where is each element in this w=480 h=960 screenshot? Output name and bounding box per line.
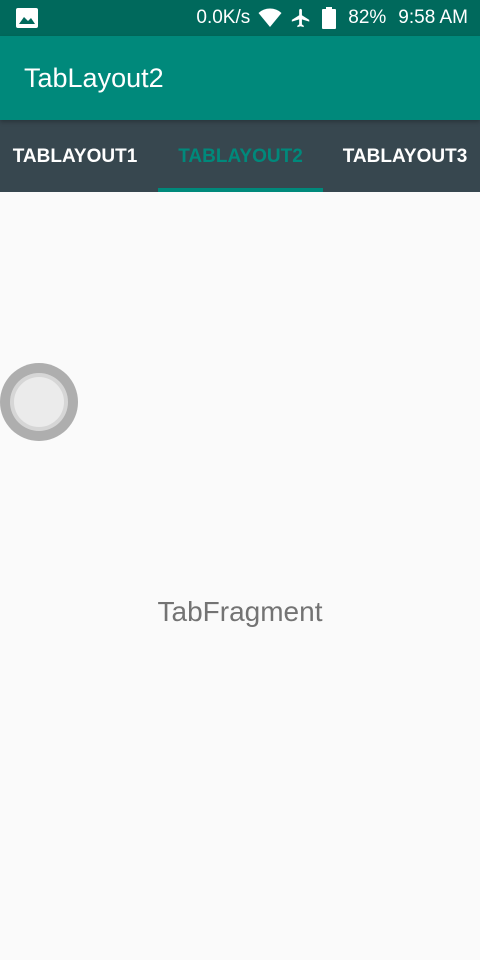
status-icons: 0.0K/s 82% 9:58 AM xyxy=(196,0,468,36)
touch-indicator-core xyxy=(14,377,64,427)
touch-indicator xyxy=(0,363,78,441)
tab-tablayout2[interactable]: TABLAYOUT2 xyxy=(158,120,323,192)
network-speed: 0.0K/s xyxy=(196,7,251,28)
clock: 9:58 AM xyxy=(398,7,468,28)
battery-icon xyxy=(322,7,337,29)
tab-tablayout3[interactable]: TABLAYOUT3 xyxy=(330,120,480,192)
tab-tablayout1[interactable]: TABLAYOUT1 xyxy=(0,120,150,192)
app-bar: TabLayout2 xyxy=(0,36,480,120)
screen: 0.0K/s 82% 9:58 AM TabLayout2 TABLAYOUT1… xyxy=(0,0,480,960)
tab-content: TabFragment xyxy=(0,192,480,960)
app-title: TabLayout2 xyxy=(24,63,164,93)
airplane-icon xyxy=(292,8,310,28)
status-bar: 0.0K/s 82% 9:58 AM xyxy=(0,0,480,36)
gallery-icon xyxy=(16,8,38,28)
battery-percent: 82% xyxy=(348,7,387,28)
touch-indicator-ring xyxy=(10,373,68,431)
tab-bar: TABLAYOUT1 TABLAYOUT2 TABLAYOUT3 xyxy=(0,120,480,192)
wifi-icon xyxy=(258,8,282,27)
tab-indicator xyxy=(158,188,323,192)
fragment-label: TabFragment xyxy=(157,596,323,627)
